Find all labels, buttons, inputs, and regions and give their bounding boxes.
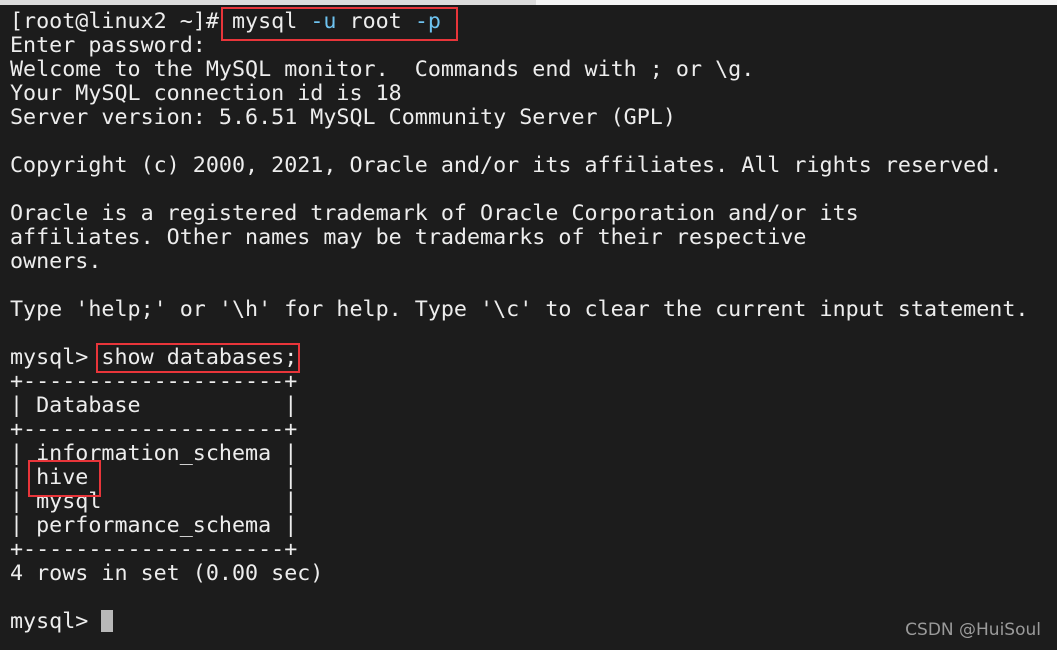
shell-command-line: [root@linux2 ~]# mysql -u root -p [10,10,441,34]
tab-bar-edge [536,0,1057,5]
text-cursor [101,610,114,632]
table-header: | Database | [10,393,298,418]
trademark-line-3: owners. [10,249,102,274]
table-border-mid: +--------------------+ [10,417,298,442]
mysql-prompt-final: mysql> [10,609,102,634]
table-row: | mysql | [10,489,298,514]
query-line: mysql> show databases; [10,346,297,370]
mysql-prompt: mysql> [10,345,102,370]
table-row: | information_schema | [10,441,298,466]
result-summary-line: 4 rows in set (0.00 sec) [10,561,324,586]
window-top-strip [0,0,1057,5]
table-border-top: +--------------------+ [10,369,298,394]
trademark-line-1: Oracle is a registered trademark of Orac… [10,201,859,226]
table-row: | performance_schema | [10,513,298,538]
table-row: | hive | [10,465,298,490]
shell-prompt: [root@linux2 ~]# [10,9,232,34]
welcome-line: Welcome to the MySQL monitor. Commands e… [10,57,755,82]
cmd-binary: mysql [231,9,298,34]
table-border-bottom: +--------------------+ [10,537,298,562]
watermark: CSDN @HuiSoul [905,620,1041,640]
cmd-user: root [349,9,402,34]
terminal-window[interactable]: [root@linux2 ~]# mysql -u root -p Enter … [0,0,1057,650]
query-text: show databases; [101,345,298,370]
server-version-line: Server version: 5.6.51 MySQL Community S… [10,105,676,130]
copyright-line: Copyright (c) 2000, 2021, Oracle and/or … [10,153,1003,178]
trademark-line-2: affiliates. Other names may be trademark… [10,225,807,250]
enter-password-line: Enter password: [10,33,206,58]
cmd-flag-user: -u [310,9,337,34]
help-hint-line: Type 'help;' or '\h' for help. Type '\c'… [10,297,1029,322]
connection-id-line: Your MySQL connection id is 18 [10,81,402,106]
final-prompt-line[interactable]: mysql> [10,609,114,634]
cmd-flag-password: -p [414,9,441,34]
